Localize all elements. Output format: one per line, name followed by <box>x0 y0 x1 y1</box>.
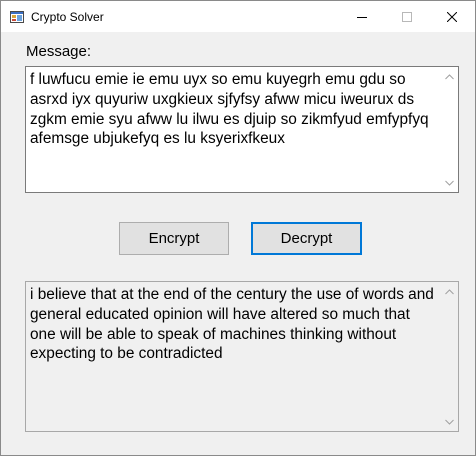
output-text: i believe that at the end of the century… <box>30 286 434 363</box>
app-icon <box>10 10 24 23</box>
message-scrollbar[interactable] <box>441 67 458 192</box>
app-window: Crypto Solver Message: f luwfucu emie ie… <box>0 0 476 456</box>
scroll-up-icon[interactable] <box>445 287 454 296</box>
message-label: Message: <box>26 43 92 60</box>
decrypt-button[interactable]: Decrypt <box>251 222 362 255</box>
close-button[interactable] <box>429 1 474 32</box>
close-icon <box>446 11 457 22</box>
scroll-down-icon[interactable] <box>445 417 454 426</box>
maximize-icon <box>401 11 412 22</box>
message-text: f luwfucu emie ie emu uyx so emu kuyegrh… <box>30 71 429 148</box>
window-title: Crypto Solver <box>31 10 104 24</box>
scroll-up-icon[interactable] <box>445 72 454 81</box>
title-bar[interactable]: Crypto Solver <box>1 1 475 32</box>
output-scrollbar[interactable] <box>441 282 458 431</box>
maximize-button[interactable] <box>384 1 429 32</box>
output-textbox[interactable]: i believe that at the end of the century… <box>25 281 459 432</box>
scroll-down-icon[interactable] <box>445 178 454 187</box>
minimize-icon <box>356 12 367 22</box>
message-textbox[interactable]: f luwfucu emie ie emu uyx so emu kuyegrh… <box>25 66 459 193</box>
minimize-button[interactable] <box>339 1 384 32</box>
encrypt-button[interactable]: Encrypt <box>119 222 229 255</box>
